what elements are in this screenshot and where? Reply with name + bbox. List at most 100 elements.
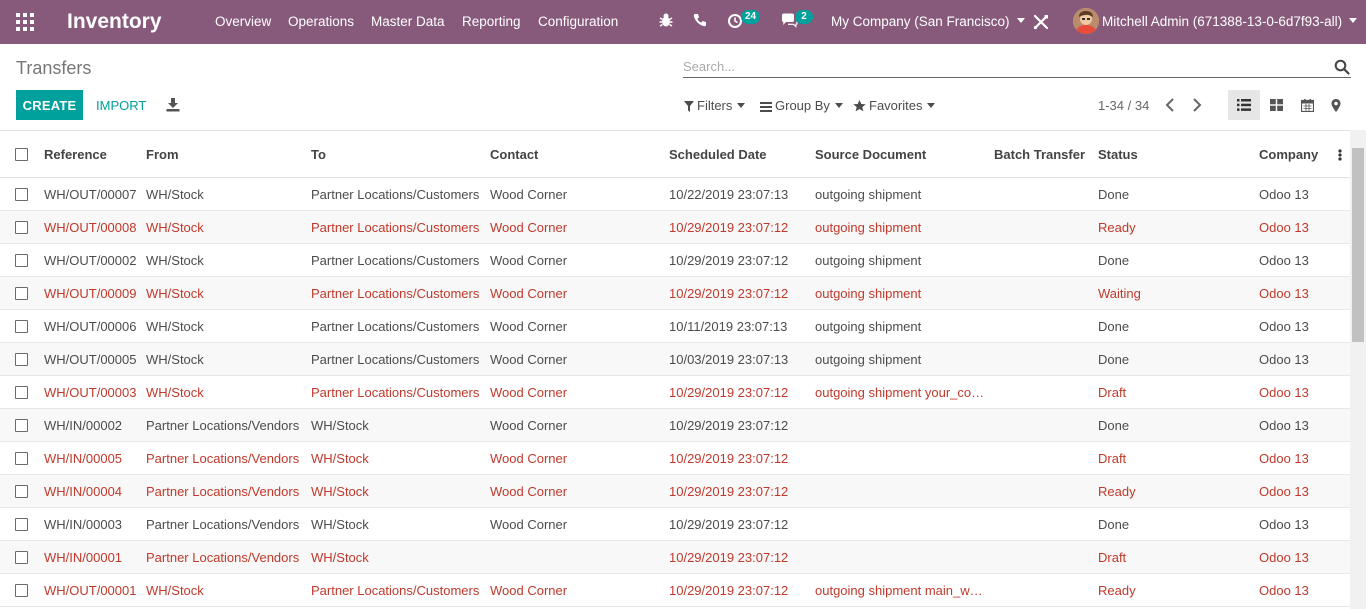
group-by-dropdown[interactable]: Group By (760, 98, 843, 113)
table-row[interactable]: WH/IN/00005 Partner Locations/Vendors WH/S… (0, 442, 1350, 475)
cell-to: Partner Locations/Customers (311, 253, 480, 268)
phone-icon[interactable] (691, 11, 711, 31)
cell-contact: Wood Corner (490, 385, 568, 400)
column-header-status[interactable]: Status (1098, 147, 1248, 162)
row-checkbox[interactable] (15, 287, 28, 300)
cell-contact: Wood Corner (490, 451, 568, 466)
download-icon[interactable] (166, 97, 180, 112)
cell-status: Done (1098, 187, 1130, 202)
column-header-company[interactable]: Company (1259, 147, 1334, 162)
cell-from: Partner Locations/Vendors (146, 451, 300, 466)
debug-bug-icon[interactable] (657, 11, 677, 31)
create-button[interactable]: CREATE (16, 90, 83, 120)
cell-source-document: outgoing shipment (815, 352, 922, 367)
row-checkbox[interactable] (15, 353, 28, 366)
chevron-down-icon (1016, 18, 1025, 23)
cell-reference: WH/OUT/00006 (44, 319, 137, 334)
column-header-reference[interactable]: Reference (44, 147, 142, 162)
row-checkbox[interactable] (15, 485, 28, 498)
cell-contact: Wood Corner (490, 484, 568, 499)
table-row[interactable]: WH/OUT/00005 WH/Stock Partner Locations/Cu… (0, 343, 1350, 376)
list-bars-icon (760, 102, 772, 112)
row-checkbox[interactable] (15, 551, 28, 564)
table-row[interactable]: WH/OUT/00007 WH/Stock Partner Locations/Cu… (0, 178, 1350, 211)
cell-to: Partner Locations/Customers (311, 385, 480, 400)
app-title[interactable]: Inventory (67, 10, 162, 34)
company-switcher[interactable]: My Company (San Francisco) (831, 14, 1025, 29)
kanban-view-icon (1269, 99, 1283, 111)
cell-company: Odoo 13 (1259, 451, 1309, 466)
cell-reference: WH/IN/00004 (44, 484, 123, 499)
row-checkbox[interactable] (15, 188, 28, 201)
menu-operations[interactable]: Operations (288, 14, 354, 29)
row-checkbox[interactable] (15, 386, 28, 399)
cell-source-document: outgoing shipment (815, 319, 922, 334)
menu-reporting[interactable]: Reporting (462, 14, 521, 29)
cell-scheduled-date: 10/29/2019 23:07:12 (669, 451, 789, 466)
apps-menu-icon[interactable] (16, 13, 34, 31)
menu-master-data[interactable]: Master Data (371, 14, 445, 29)
vertical-scrollbar[interactable] (1350, 130, 1366, 609)
row-checkbox[interactable] (15, 221, 28, 234)
pager-previous-icon[interactable] (1164, 97, 1176, 113)
scrollbar-thumb[interactable] (1352, 148, 1364, 342)
table-row[interactable]: WH/OUT/00009 WH/Stock Partner Locations/Cu… (0, 277, 1350, 310)
favorites-dropdown[interactable]: Favorites (853, 98, 936, 113)
filter-funnel-icon (684, 101, 694, 112)
menu-configuration[interactable]: Configuration (538, 14, 618, 29)
table-row[interactable]: WH/IN/00003 Partner Locations/Vendors WH/S… (0, 508, 1350, 541)
cell-from: WH/Stock (146, 220, 204, 235)
optional-columns-icon[interactable] (1336, 147, 1344, 163)
cell-source-document: outgoing shipment (815, 286, 922, 301)
table-row[interactable]: WH/IN/00002 Partner Locations/Vendors WH/S… (0, 409, 1350, 442)
row-checkbox[interactable] (15, 320, 28, 333)
kanban-view-button[interactable] (1260, 90, 1292, 120)
cell-from: WH/Stock (146, 253, 204, 268)
row-checkbox[interactable] (15, 584, 28, 597)
cell-status: Done (1098, 253, 1130, 268)
table-row[interactable]: WH/OUT/00008 WH/Stock Partner Locations/Cu… (0, 211, 1350, 244)
cell-source-document: outgoing shipment (815, 253, 922, 268)
table-row[interactable]: WH/OUT/00003 WH/Stock Partner Locations/Cu… (0, 376, 1350, 409)
cell-status: Done (1098, 352, 1130, 367)
column-header-from[interactable]: From (146, 147, 306, 162)
cell-to: WH/Stock (311, 451, 369, 466)
cell-contact: Wood Corner (490, 583, 568, 598)
cell-from: Partner Locations/Vendors (146, 550, 300, 565)
column-header-scheduled-date[interactable]: Scheduled Date (669, 147, 809, 162)
table-row[interactable]: WH/OUT/00006 WH/Stock Partner Locations/Cu… (0, 310, 1350, 343)
map-view-button[interactable] (1320, 90, 1352, 120)
cell-reference: WH/OUT/00002 (44, 253, 137, 268)
table-row[interactable]: WH/IN/00004 Partner Locations/Vendors WH/S… (0, 475, 1350, 508)
column-header-source-document[interactable]: Source Document (815, 147, 987, 162)
cell-to: WH/Stock (311, 550, 369, 565)
row-checkbox[interactable] (15, 518, 28, 531)
table-row[interactable]: WH/OUT/00002 WH/Stock Partner Locations/Cu… (0, 244, 1350, 277)
import-button[interactable]: IMPORT (96, 98, 146, 113)
pager-value[interactable]: 1-34 / 34 (1098, 98, 1149, 113)
row-checkbox[interactable] (15, 419, 28, 432)
row-checkbox[interactable] (15, 254, 28, 267)
filters-dropdown[interactable]: Filters (684, 98, 746, 113)
search-icon[interactable] (1334, 59, 1350, 75)
pager-next-icon[interactable] (1191, 97, 1203, 113)
column-header-batch-transfer[interactable]: Batch Transfer (994, 147, 1092, 162)
cell-scheduled-date: 10/29/2019 23:07:12 (669, 418, 789, 433)
cell-to: WH/Stock (311, 484, 369, 499)
cell-status: Ready (1098, 220, 1136, 235)
cell-from: WH/Stock (146, 385, 204, 400)
select-all-checkbox[interactable] (15, 148, 28, 161)
cell-status: Draft (1098, 451, 1127, 466)
column-header-to[interactable]: To (311, 147, 483, 162)
column-header-contact[interactable]: Contact (490, 147, 662, 162)
row-checkbox[interactable] (15, 452, 28, 465)
cell-status: Done (1098, 319, 1130, 334)
table-row[interactable]: WH/OUT/00001 WH/Stock Partner Locations/Cu… (0, 574, 1350, 607)
breadcrumb: Transfers (16, 58, 92, 78)
table-row[interactable]: WH/IN/00001 Partner Locations/Vendors WH/S… (0, 541, 1350, 574)
calendar-view-button[interactable] (1291, 90, 1323, 120)
tools-crossed-icon[interactable] (1032, 13, 1052, 33)
list-view-button[interactable] (1228, 90, 1260, 120)
menu-overview[interactable]: Overview (215, 14, 271, 29)
search-input[interactable] (683, 55, 1323, 77)
